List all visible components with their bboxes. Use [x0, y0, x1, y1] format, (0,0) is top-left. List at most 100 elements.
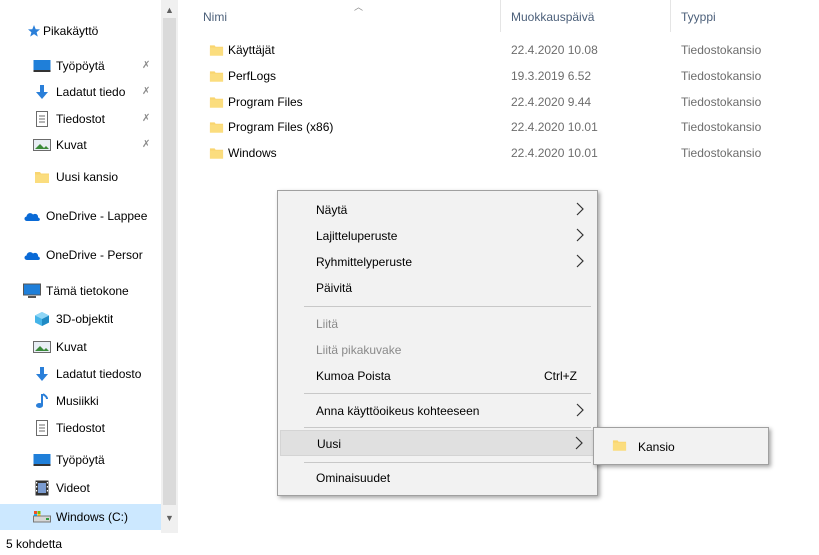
scroll-up-arrow-icon[interactable]: ▲	[161, 2, 178, 19]
folder-icon	[612, 440, 627, 451]
file-type: Tiedostokansio	[681, 120, 762, 134]
menu-item-group-by[interactable]: Ryhmittelyperuste	[280, 249, 595, 275]
pin-icon: ✗	[142, 139, 151, 150]
menu-item-label: Uusi	[317, 437, 342, 451]
nav-item-pictures-pinned[interactable]: Kuvat ✗	[0, 132, 164, 158]
computer-icon	[23, 283, 41, 299]
navigation-pane: Pikakäyttö Työpöytä ✗ Ladatut tiedo ✗ Ti…	[0, 0, 178, 533]
menu-item-label: Liitä pikakuvake	[316, 343, 402, 357]
folder-icon	[209, 148, 224, 159]
nav-item-downloads[interactable]: Ladatut tiedosto	[0, 361, 164, 387]
status-bar: 5 kohdetta	[0, 533, 819, 555]
file-date: 22.4.2020 10.01	[511, 120, 598, 134]
column-header-type[interactable]: Tyyppi	[681, 0, 716, 32]
nav-item-onedrive-personal[interactable]: OneDrive - Persor	[0, 242, 164, 268]
nav-item-this-pc[interactable]: Tämä tietokone	[0, 278, 164, 304]
column-divider[interactable]	[500, 0, 501, 32]
scroll-down-arrow-icon[interactable]: ▼	[161, 510, 178, 527]
nav-item-desktop-pinned[interactable]: Työpöytä ✗	[0, 53, 164, 79]
menu-item-label: Kansio	[638, 440, 675, 454]
nav-item-label: Uusi kansio	[56, 170, 119, 184]
file-type: Tiedostokansio	[681, 146, 762, 160]
nav-item-documents[interactable]: Tiedostot	[0, 415, 164, 441]
file-row[interactable]: Windows 22.4.2020 10.01 Tiedostokansio	[178, 142, 819, 164]
column-header-date[interactable]: Muokkauspäivä	[511, 0, 594, 32]
pictures-icon	[33, 137, 51, 153]
pin-icon: ✗	[142, 60, 151, 71]
nav-item-label: Videot	[56, 481, 90, 495]
download-icon	[33, 84, 51, 100]
file-date: 22.4.2020 10.08	[511, 43, 598, 57]
file-name: Käyttäjät	[228, 43, 275, 57]
nav-item-label: Työpöytä	[56, 453, 105, 467]
menu-item-label: Lajitteluperuste	[316, 229, 398, 243]
menu-item-properties[interactable]: Ominaisuudet	[280, 465, 595, 491]
nav-item-windows-c[interactable]: Windows (C:)	[0, 504, 164, 530]
nav-item-new-folder[interactable]: Uusi kansio	[0, 164, 164, 190]
file-row[interactable]: Program Files 22.4.2020 9.44 Tiedostokan…	[178, 91, 819, 113]
folder-icon	[209, 122, 224, 133]
menu-item-give-access[interactable]: Anna käyttöoikeus kohteeseen	[280, 398, 595, 424]
cloud-icon	[23, 208, 41, 224]
nav-item-label: OneDrive - Persor	[46, 248, 143, 262]
file-name: Program Files (x86)	[228, 120, 334, 134]
file-type: Tiedostokansio	[681, 69, 762, 83]
scrollbar-thumb[interactable]	[163, 18, 176, 505]
file-type: Tiedostokansio	[681, 43, 762, 57]
nav-item-downloads-pinned[interactable]: Ladatut tiedo ✗	[0, 79, 164, 105]
nav-item-label: Kuvat	[56, 340, 87, 354]
nav-item-label: Ladatut tiedo	[56, 85, 126, 99]
pin-icon: ✗	[142, 86, 151, 97]
nav-item-label: OneDrive - Lappee	[46, 209, 148, 223]
nav-item-label: Pikakäyttö	[43, 24, 99, 38]
star-icon	[25, 23, 43, 39]
nav-item-label: Ladatut tiedosto	[56, 367, 142, 381]
nav-item-label: Tiedostot	[56, 421, 105, 435]
menu-item-new-folder[interactable]: Kansio	[596, 431, 766, 461]
nav-item-onedrive-lappee[interactable]: OneDrive - Lappee	[0, 203, 164, 229]
file-type: Tiedostokansio	[681, 95, 762, 109]
menu-item-view[interactable]: Näytä	[280, 197, 595, 223]
menu-item-refresh[interactable]: Päivitä	[280, 275, 595, 301]
file-date: 19.3.2019 6.52	[511, 69, 592, 83]
pin-icon: ✗	[142, 113, 151, 124]
folder-icon	[33, 169, 51, 185]
new-submenu: Kansio	[593, 427, 769, 465]
chevron-right-icon	[576, 202, 584, 216]
menu-item-undo-delete[interactable]: Kumoa Poista Ctrl+Z	[280, 363, 595, 389]
nav-item-quick-access[interactable]: Pikakäyttö	[0, 18, 164, 44]
nav-scrollbar[interactable]: ▲ ▼	[161, 0, 178, 533]
file-row[interactable]: Käyttäjät 22.4.2020 10.08 Tiedostokansio	[178, 39, 819, 61]
menu-item-label: Näytä	[316, 203, 348, 217]
file-row[interactable]: Program Files (x86) 22.4.2020 10.01 Tied…	[178, 116, 819, 138]
menu-item-paste-shortcut[interactable]: Liitä pikakuvake	[280, 337, 595, 363]
nav-item-videos[interactable]: Videot	[0, 475, 164, 501]
cloud-icon	[23, 247, 41, 263]
menu-separator	[304, 393, 591, 394]
nav-item-music[interactable]: Musiikki	[0, 388, 164, 414]
column-divider[interactable]	[670, 0, 671, 32]
menu-separator	[304, 462, 591, 463]
file-row[interactable]: PerfLogs 19.3.2019 6.52 Tiedostokansio	[178, 65, 819, 87]
menu-item-new[interactable]: Uusi	[280, 430, 595, 456]
folder-icon	[209, 71, 224, 82]
chevron-right-icon	[576, 254, 584, 268]
column-header-name[interactable]: Nimi	[203, 0, 227, 32]
nav-item-label: Tiedostot	[56, 112, 105, 126]
menu-item-label: Kumoa Poista	[316, 369, 391, 383]
nav-item-documents-pinned[interactable]: Tiedostot ✗	[0, 106, 164, 132]
video-icon	[33, 480, 51, 496]
nav-item-pictures[interactable]: Kuvat	[0, 334, 164, 360]
file-name: Program Files	[228, 95, 303, 109]
menu-item-label: Päivitä	[316, 281, 353, 295]
nav-item-3d-objects[interactable]: 3D-objektit	[0, 306, 164, 332]
nav-item-label: Musiikki	[56, 394, 99, 408]
menu-item-label: Anna käyttöoikeus kohteeseen	[316, 404, 480, 418]
desktop-icon	[33, 452, 51, 468]
file-date: 22.4.2020 10.01	[511, 146, 598, 160]
menu-item-paste[interactable]: Liitä	[280, 311, 595, 337]
folder-icon	[209, 97, 224, 108]
nav-item-desktop[interactable]: Työpöytä	[0, 447, 164, 473]
menu-item-sort-by[interactable]: Lajitteluperuste	[280, 223, 595, 249]
nav-item-label: Windows (C:)	[56, 510, 129, 524]
